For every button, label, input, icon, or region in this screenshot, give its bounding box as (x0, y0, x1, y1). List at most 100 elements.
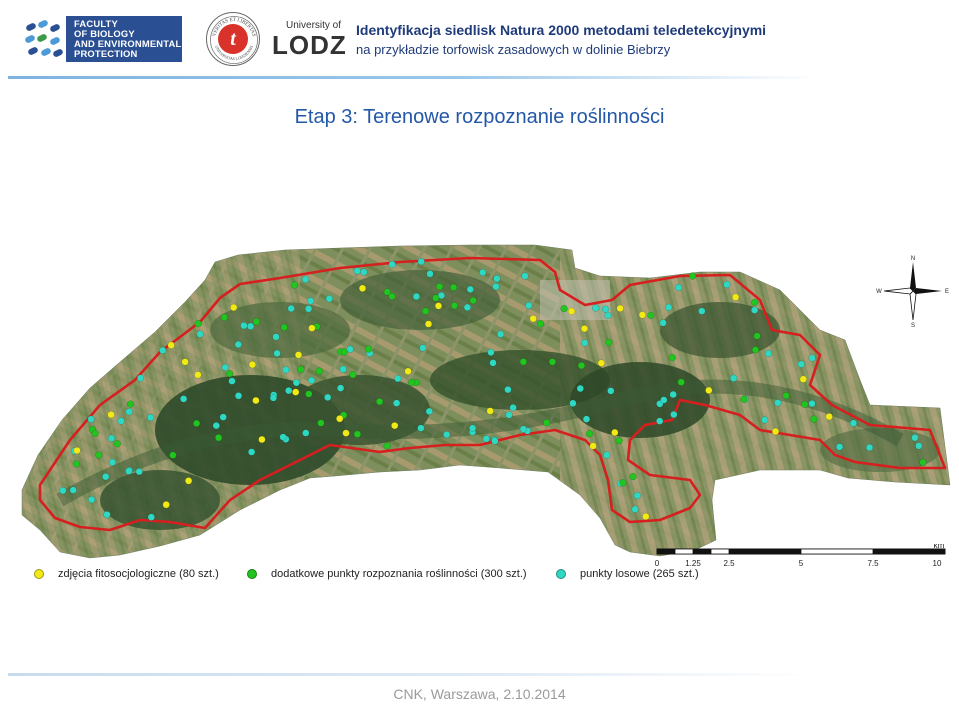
sample-point (95, 451, 103, 459)
seal-ring: VERITAS ET LIBERTAS UNIVERSITAS LODZIENS… (210, 16, 258, 64)
sample-point (315, 367, 324, 375)
sample-point (388, 260, 396, 269)
sample-point (665, 303, 673, 311)
sample-point (125, 408, 133, 416)
sample-point (247, 322, 255, 330)
sample-point (731, 293, 740, 301)
sample-point (221, 363, 229, 372)
sample-point (497, 330, 505, 338)
sample-point (185, 477, 193, 485)
sample-point (424, 320, 433, 328)
sample-point (280, 323, 288, 332)
sample-point (252, 318, 261, 326)
project-subtitle: na przykładzie torfowisk zasadowych w do… (356, 42, 671, 57)
sample-point (91, 429, 99, 438)
sample-point (258, 435, 266, 444)
sample-point (443, 431, 451, 439)
sample-point (102, 473, 110, 481)
sample-point (87, 496, 96, 504)
compass-w: W (876, 289, 882, 295)
sample-point (193, 419, 201, 428)
sample-point (72, 460, 80, 468)
sample-point (294, 351, 303, 359)
legend-swatch-yellow (34, 569, 44, 579)
sample-point (597, 359, 605, 367)
sample-point (919, 458, 927, 466)
sample-point (782, 392, 790, 400)
sample-point (59, 487, 67, 495)
sample-point (147, 413, 155, 422)
sample-point (136, 374, 145, 382)
sample-point (797, 360, 805, 368)
sample-point (252, 396, 260, 405)
legend-label: dodatkowe punkty rozpoznania roślinności… (271, 568, 527, 580)
sample-point (479, 268, 487, 277)
sample-point (698, 307, 706, 315)
sample-point (194, 320, 202, 328)
sample-point (849, 419, 858, 427)
sample-point (605, 338, 613, 347)
sample-point (292, 379, 301, 387)
header-divider (8, 76, 818, 79)
scale-unit: km (934, 544, 945, 550)
sample-point (582, 415, 591, 423)
sample-point (285, 387, 293, 395)
sample-point (228, 377, 236, 385)
project-title: Identyfikacja siedlisk Natura 2000 metod… (356, 22, 767, 38)
sample-point (394, 375, 402, 383)
sample-point (675, 283, 683, 292)
sample-point (324, 393, 332, 402)
legend-label: zdjęcia fitosocjologiczne (80 szt.) (58, 568, 219, 580)
sample-point (432, 294, 440, 302)
sample-point (87, 415, 95, 423)
sample-point (450, 283, 458, 292)
sample-point (292, 388, 300, 396)
sample-point (107, 434, 116, 442)
sample-point (751, 298, 759, 307)
sample-point (282, 366, 290, 374)
study-area-map (21, 244, 951, 559)
sample-point (113, 440, 121, 448)
scale-label: 2.5 (723, 559, 735, 568)
sample-point (486, 407, 494, 415)
sample-point (279, 433, 287, 441)
sample-point (801, 400, 809, 409)
sample-point (162, 501, 170, 509)
sample-point (631, 505, 639, 513)
sample-point (342, 429, 350, 437)
sample-point (226, 370, 234, 378)
faculty-logo-icon (20, 16, 66, 62)
sample-point (548, 358, 557, 366)
sample-point (589, 442, 597, 450)
sample-point (159, 346, 167, 355)
sample-point (670, 410, 678, 419)
sample-point (603, 451, 611, 459)
sample-point (525, 301, 533, 310)
sample-point (290, 281, 299, 289)
sample-point (337, 384, 345, 392)
scale-label: 7.5 (867, 559, 879, 568)
sample-point (117, 417, 125, 425)
sample-point (466, 285, 474, 294)
sample-point (234, 340, 242, 349)
sample-point (220, 313, 229, 321)
sample-point (638, 311, 647, 319)
faculty-logo: FACULTY OF BIOLOGY AND ENVIRONMENTAL PRO… (20, 16, 182, 62)
sample-point (580, 325, 589, 333)
sample-point (825, 413, 833, 421)
sample-point (436, 283, 444, 291)
sample-point (353, 267, 361, 275)
north-arrow-icon: N S E W (876, 256, 949, 328)
sample-point (615, 437, 623, 445)
sample-point (336, 415, 344, 423)
sample-point (301, 275, 310, 283)
sample-point (419, 344, 427, 352)
sample-point (521, 272, 529, 280)
sample-point (147, 513, 155, 521)
sample-point (417, 424, 425, 432)
sample-point (519, 358, 528, 366)
sample-point (426, 270, 434, 278)
sample-point (576, 384, 584, 393)
sample-point (581, 339, 589, 347)
sample-point (305, 305, 313, 313)
